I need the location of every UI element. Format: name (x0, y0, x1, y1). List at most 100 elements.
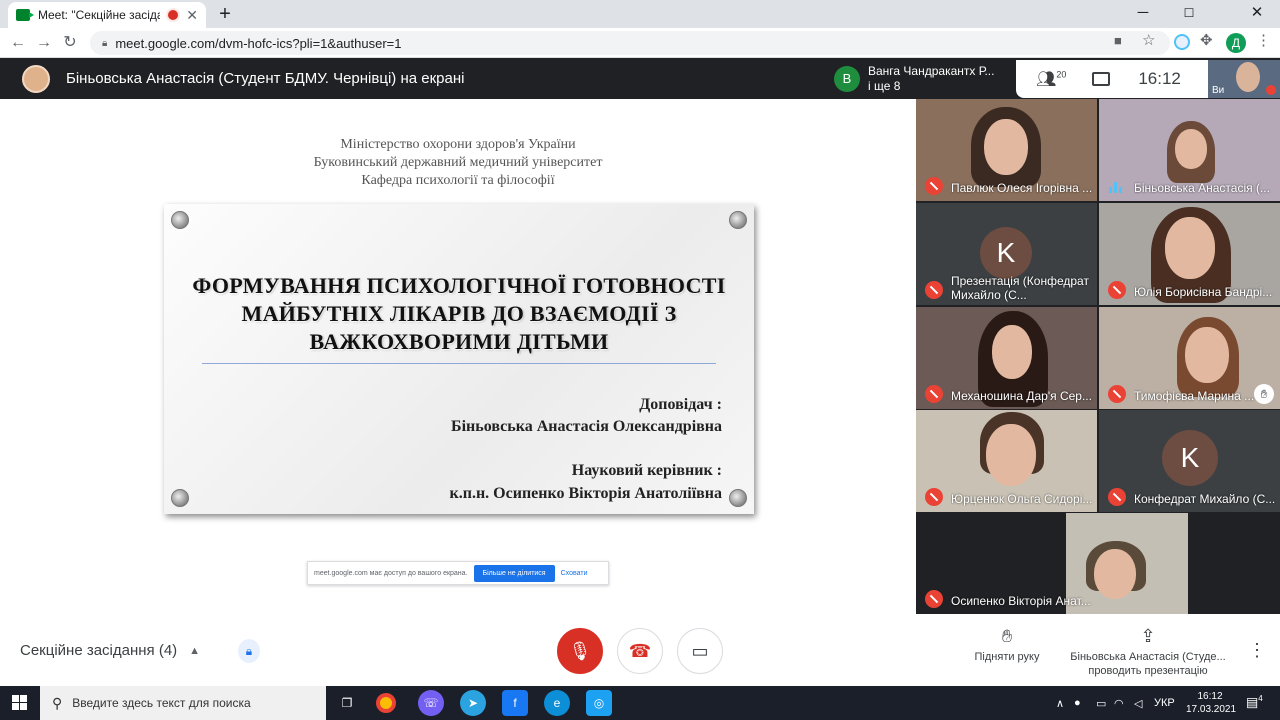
volume-icon[interactable]: ◁ (1134, 697, 1142, 710)
task-view-icon[interactable]: ❐ (334, 690, 360, 716)
camera-icon: ▭ (691, 641, 709, 661)
input-language[interactable]: УКР (1154, 697, 1175, 709)
profile-avatar[interactable]: Д (1226, 33, 1246, 53)
speaker-label: Доповідач : (639, 396, 722, 413)
people-icon: 👥︎ (1036, 71, 1057, 88)
forward-icon[interactable]: → (32, 31, 56, 55)
back-icon[interactable]: ← (6, 31, 30, 55)
participant-tile[interactable]: Біньовська Анастасія (... (1099, 99, 1280, 201)
hide-share-bar-button[interactable]: Сховати (561, 570, 588, 577)
tray-chevron-icon[interactable]: ∧ (1056, 697, 1064, 710)
participant-tile[interactable]: K Конфедрат Михайло (С... (1099, 410, 1280, 512)
wifi-icon[interactable]: ◠ (1114, 697, 1124, 710)
chat-preview-sender: Ванга Чандракантх Р... (868, 64, 995, 78)
participant-tile[interactable]: Павлюк Олеся Ігорівна ... (916, 99, 1097, 201)
muted-mic-icon (1108, 281, 1126, 299)
reload-icon[interactable]: ↻ (58, 31, 82, 55)
muted-mic-icon (925, 281, 943, 299)
university-line: Буковинський державний медичний універси… (313, 155, 603, 170)
slide-plaque: ФОРМУВАННЯ ПСИХОЛОГІЧНОЇ ГОТОВНОСТІ МАЙБ… (164, 204, 754, 514)
leave-call-button[interactable]: ☎︎ (617, 628, 663, 674)
battery-icon[interactable]: ▭ (1096, 697, 1106, 710)
url-text: meet.google.com/dvm-hofc-ics?pli=1&authu… (115, 35, 402, 51)
stop-sharing-button[interactable]: Більше не ділитися (473, 564, 555, 582)
camera-toggle-button[interactable]: ▭ (677, 628, 723, 674)
address-bar[interactable]: 🔒︎ meet.google.com/dvm-hofc-ics?pli=1&au… (90, 31, 1170, 55)
taskbar-clock[interactable]: 16:12 17.03.2021 (1186, 690, 1237, 716)
slide-divider (202, 363, 716, 364)
app-taskbar-icon[interactable]: ◎ (586, 690, 612, 716)
taskbar-date: 17.03.2021 (1186, 704, 1237, 715)
maximize-button[interactable]: ☐ (1166, 0, 1212, 28)
microphone-toggle-button[interactable]: 🎙︎ (557, 628, 603, 674)
participant-tile[interactable]: Юрценюк Ольга Сидорі... (916, 410, 1097, 512)
tray-app-icon[interactable]: ● (1074, 697, 1081, 709)
participants-button[interactable]: 👥︎20 (1036, 69, 1066, 89)
participant-tile[interactable]: Механошина Дар'я Сер... (916, 307, 1097, 409)
camera-permission-icon[interactable]: ■ (1114, 33, 1122, 48)
participant-name: Біньовська Анастасія (... (1134, 181, 1270, 195)
chat-icon[interactable] (1092, 72, 1111, 86)
browser-tab[interactable]: Meet: "Секційне засідання ( ✕ (8, 2, 206, 28)
browser-menu-icon[interactable]: ⋮ (1256, 31, 1271, 49)
bookmark-star-icon[interactable]: ☆ (1142, 31, 1155, 49)
new-tab-button[interactable]: + (214, 4, 236, 26)
participant-tile[interactable]: Осипенко Вікторія Анат... (916, 513, 1280, 614)
participant-tile[interactable]: Юлія Борисівна Бандрі... (1099, 203, 1280, 305)
chrome-taskbar-icon[interactable] (376, 693, 396, 713)
presenting-name: Біньовська Анастасія (Студе... (1070, 651, 1226, 663)
participant-video (1185, 327, 1229, 383)
presenter-avatar (22, 64, 50, 93)
participant-tile[interactable]: Тимофієва Марина ... ✋︎ (1099, 307, 1280, 409)
viber-taskbar-icon[interactable]: ☏ (418, 690, 444, 716)
slide-title-line: ВАЖКОХВОРИМИ ДІТЬМИ (309, 329, 609, 354)
participant-name: Механошина Дар'я Сер... (951, 389, 1092, 403)
telegram-taskbar-icon[interactable]: ➤ (460, 690, 486, 716)
extensions-puzzle-icon[interactable]: ✥ (1200, 31, 1213, 49)
participant-avatar: K (1162, 430, 1218, 486)
close-window-button[interactable]: ✕ (1234, 0, 1280, 28)
extension-icon[interactable] (1174, 34, 1190, 50)
participant-name: Юрценюк Ольга Сидорі... (951, 492, 1093, 506)
self-view-tile[interactable]: Ви (1208, 60, 1280, 98)
presenter-banner: Біньовська Анастасія (Студент БДМУ. Черн… (0, 58, 830, 99)
edge-taskbar-icon[interactable]: e (544, 690, 570, 716)
muted-mic-icon (925, 385, 943, 403)
meeting-details-button[interactable]: Секційне засідання (4) ▲ (20, 642, 200, 659)
taskbar-search[interactable]: ⚲ Введите здесь текст для поиска (40, 686, 326, 720)
chat-preview-more: і ще 8 (868, 79, 901, 93)
host-controls-shield-icon[interactable]: 🔒︎ (238, 639, 260, 663)
taskbar-time: 16:12 (1197, 691, 1223, 702)
speaker-name: Біньовська Анастасія Олександрівна (451, 418, 722, 435)
facebook-taskbar-icon[interactable]: f (502, 690, 528, 716)
meeting-title: Секційне засідання (4) (20, 642, 178, 659)
more-options-icon[interactable]: ⋮ (1248, 640, 1266, 661)
mic-off-icon: 🎙︎ (568, 641, 592, 661)
chat-preview[interactable]: B Ванга Чандракантх Р... і ще 8 (830, 60, 1016, 98)
muted-mic-icon (1108, 385, 1126, 403)
tab-close-icon[interactable]: ✕ (186, 7, 198, 24)
self-muted-icon (1266, 85, 1276, 95)
presenting-button[interactable]: ⇪ Біньовська Анастасія (Студе... проводи… (1062, 626, 1234, 678)
presenter-banner-text: Біньовська Анастасія (Студент БДМУ. Черн… (66, 70, 465, 87)
hang-up-icon: ☎︎ (628, 641, 652, 661)
muted-mic-icon (925, 590, 943, 608)
advisor-label: Науковий керівник : (571, 462, 722, 479)
raise-hand-button[interactable]: ✋︎ Підняти руку (966, 626, 1048, 664)
notifications-icon[interactable]: ▤4 (1246, 694, 1263, 710)
meet-top-panel: 👥︎20 16:12 (1016, 60, 1208, 98)
screen-share-bar: meet.google.com має доступ до вашого екр… (307, 561, 609, 585)
muted-mic-icon (1108, 488, 1126, 506)
participant-name: Конфедрат Михайло (С... (1134, 492, 1276, 506)
participant-name: Павлюк Олеся Ігорівна ... (951, 181, 1093, 195)
screw-icon (171, 211, 189, 229)
minimize-button[interactable]: ─ (1120, 0, 1166, 28)
ministry-line: Міністерство охорони здоров'я України (340, 137, 576, 152)
tab-title: Meet: "Секційне засідання ( (38, 8, 161, 22)
slide-title: ФОРМУВАННЯ ПСИХОЛОГІЧНОЇ ГОТОВНОСТІ МАЙБ… (164, 272, 754, 356)
participant-tile[interactable]: K Презентація (Конфедрат Михайло (С... (916, 203, 1097, 305)
muted-mic-icon (925, 177, 943, 195)
participant-video (1165, 217, 1215, 279)
windows-start-icon[interactable] (12, 695, 27, 710)
notification-count: 4 (1258, 694, 1263, 703)
